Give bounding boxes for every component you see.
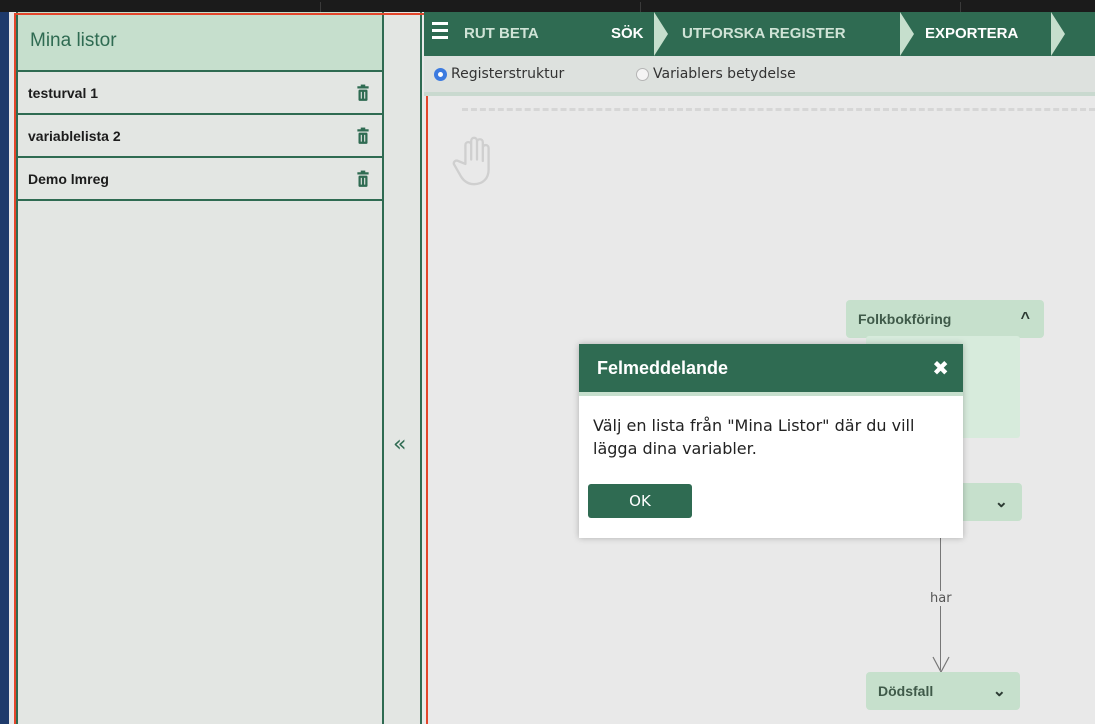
chevron-down-icon[interactable]: ⌄ — [993, 681, 1006, 701]
list-item-label: Demo lmreg — [28, 170, 109, 187]
hamburger-icon[interactable] — [432, 22, 448, 43]
nav-step-arrow — [900, 12, 914, 56]
tab-separator — [320, 2, 321, 12]
ok-button[interactable]: OK — [588, 484, 692, 518]
sidebar-collapse-column: « — [384, 12, 422, 724]
left-edge-bar — [0, 12, 9, 724]
list-item[interactable]: testurval 1 — [18, 72, 382, 115]
collapse-sidebar-button[interactable]: « — [393, 432, 406, 457]
list-item-label: variablelista 2 — [28, 127, 121, 144]
diagram-node-folkbokforing[interactable]: Folkbokföring ^ — [846, 300, 1044, 338]
hand-pan-icon[interactable] — [448, 132, 506, 190]
radio-registerstruktur[interactable]: Registerstruktur — [434, 66, 564, 82]
view-options-bar: Registerstruktur Variablers betydelse — [424, 56, 1095, 96]
sidebar-title: Mina listor — [30, 30, 117, 51]
canvas-divider — [462, 108, 1095, 111]
nav-item-utforska-register[interactable]: UTFORSKA REGISTER — [682, 12, 846, 56]
list-item[interactable]: Demo lmreg — [18, 158, 382, 201]
list-item-label: testurval 1 — [28, 84, 99, 101]
dialog-title: Felmeddelande — [597, 357, 729, 378]
node-label: Dödsfall — [878, 683, 934, 699]
chevron-down-icon[interactable]: ⌄ — [995, 492, 1008, 512]
nav-item-sok[interactable]: SÖK — [611, 12, 644, 56]
chevron-up-icon[interactable]: ^ — [1021, 310, 1030, 328]
radio-label: Registerstruktur — [451, 66, 565, 82]
radio-label: Variablers betydelse — [653, 66, 796, 82]
nav-item-exportera[interactable]: EXPORTERA — [925, 12, 1018, 56]
nav-step-arrow — [654, 12, 668, 56]
radio-unselected-icon — [636, 67, 649, 81]
error-dialog: Felmeddelande ✖ Välj en lista från "Mina… — [579, 344, 963, 538]
nav-item-rut-beta[interactable]: RUT BETA — [464, 12, 539, 56]
close-icon[interactable]: ✖ — [932, 356, 949, 380]
trash-icon[interactable] — [354, 170, 372, 188]
trash-icon[interactable] — [354, 127, 372, 145]
dialog-message: Välj en lista från "Mina Listor" där du … — [593, 416, 915, 458]
radio-variablers-betydelse[interactable]: Variablers betydelse — [636, 66, 796, 82]
list-item[interactable]: variablelista 2 — [18, 115, 382, 158]
sidebar-header: Mina listor — [18, 12, 382, 72]
tab-separator — [960, 2, 961, 12]
trash-icon[interactable] — [354, 84, 372, 102]
diagram-node-dodsfall[interactable]: Dödsfall ⌄ — [866, 672, 1020, 710]
dialog-header: Felmeddelande ✖ — [579, 344, 963, 396]
radio-selected-icon — [434, 67, 447, 81]
tab-separator — [640, 2, 641, 12]
nav-step-arrow — [1051, 12, 1065, 56]
sidebar: Mina listor testurval 1 variablelista 2 … — [16, 12, 384, 724]
top-strip — [0, 0, 1095, 12]
edge-label: har — [928, 591, 954, 606]
top-nav: RUT BETA SÖK UTFORSKA REGISTER EXPORTERA — [424, 12, 1095, 56]
node-label: Folkbokföring — [858, 311, 952, 327]
